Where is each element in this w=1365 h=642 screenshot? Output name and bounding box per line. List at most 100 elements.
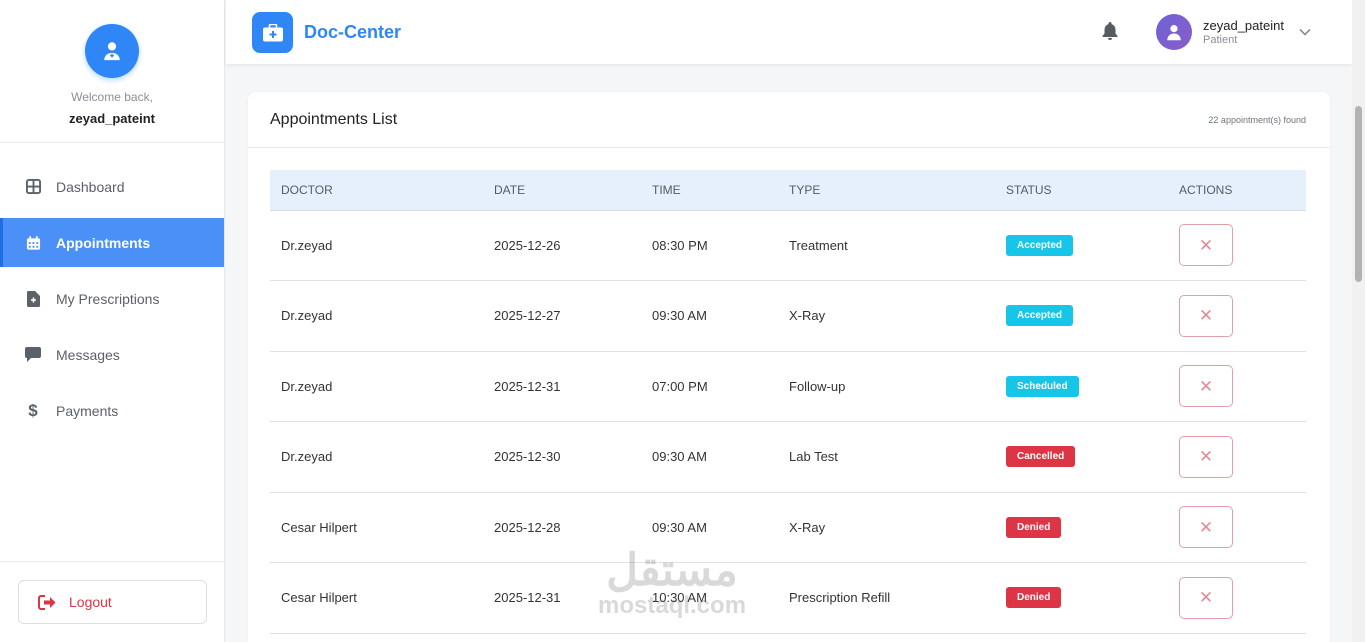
cell-status: Denied [995, 563, 1168, 634]
sidebar-item-prescriptions[interactable]: My Prescriptions [0, 274, 224, 323]
sidebar-nav: Dashboard Appointments My Prescriptions … [0, 143, 224, 435]
status-badge: Accepted [1006, 305, 1074, 327]
cell-date: 2025-12-31 [494, 378, 561, 394]
sidebar-item-messages[interactable]: Messages [0, 330, 224, 379]
cell-actions: ✕ [1168, 563, 1306, 634]
user-info: zeyad_pateint Patient [1203, 18, 1284, 46]
sidebar-profile: Welcome back, zeyad_pateint [0, 0, 224, 143]
sidebar: Welcome back, zeyad_pateint Dashboard Ap… [0, 0, 225, 642]
bell-icon[interactable] [1102, 22, 1118, 45]
cell-time: 09:30 AM [652, 519, 707, 535]
column-header-actions: ACTIONS [1168, 170, 1306, 211]
logout-icon [38, 594, 56, 610]
chevron-down-icon[interactable] [1299, 28, 1311, 36]
table-row[interactable]: Dr.zeyad 2025-12-26 08:30 PM Treatment A… [270, 210, 1306, 281]
cell-doctor: Dr.zeyad [281, 449, 333, 465]
card-header: Appointments List 22 appointment(s) foun… [248, 92, 1330, 148]
cell-status: Cancelled [995, 422, 1168, 493]
cancel-appointment-button[interactable]: ✕ [1179, 365, 1233, 408]
table-header-row: DOCTOR DATE TIME TYPE STATUS ACTIONS [270, 170, 1306, 211]
brand-name: Doc-Center [304, 22, 402, 42]
status-badge: Scheduled [1006, 375, 1079, 397]
cell-doctor: Dr.zeyad [281, 378, 333, 394]
profile-username: zeyad_pateint [69, 111, 155, 126]
sidebar-item-label: Appointments [56, 234, 151, 251]
table-body: Dr.zeyad 2025-12-26 08:30 PM Treatment A… [270, 210, 1306, 633]
message-icon [25, 347, 41, 363]
cell-date: 2025-12-31 [494, 590, 561, 606]
column-header-doctor[interactable]: DOCTOR [270, 170, 483, 211]
page-scrollbar[interactable] [1352, 0, 1365, 642]
medical-kit-icon [252, 12, 293, 53]
user-menu[interactable]: zeyad_pateint Patient [1156, 14, 1311, 50]
sidebar-item-appointments[interactable]: Appointments [0, 218, 224, 267]
table-row[interactable]: Cesar Hilpert 2025-12-31 10:30 AM Prescr… [270, 563, 1306, 634]
cancel-appointment-button[interactable]: ✕ [1179, 506, 1233, 549]
cancel-appointment-button[interactable]: ✕ [1179, 435, 1233, 478]
appointments-card: Appointments List 22 appointment(s) foun… [248, 92, 1330, 642]
sidebar-item-dashboard[interactable]: Dashboard [0, 162, 224, 211]
cell-status: Accepted [995, 281, 1168, 352]
cell-actions: ✕ [1168, 422, 1306, 493]
cell-time: 10:30 AM [652, 590, 707, 606]
appointment-count: 22 appointment(s) found [1208, 114, 1306, 125]
cell-status: Denied [995, 492, 1168, 563]
sidebar-footer: Logout [0, 561, 224, 642]
status-badge: Denied [1006, 587, 1062, 609]
cell-doctor: Cesar Hilpert [281, 519, 357, 535]
table-row[interactable]: Dr.zeyad 2025-12-31 07:00 PM Follow-up S… [270, 351, 1306, 422]
close-icon: ✕ [1198, 306, 1214, 326]
user-name: zeyad_pateint [1203, 18, 1284, 33]
prescription-icon [25, 290, 41, 307]
column-header-time[interactable]: TIME [641, 170, 778, 211]
cell-doctor: Dr.zeyad [281, 237, 333, 253]
close-icon: ✕ [1198, 235, 1214, 255]
cell-time: 09:30 AM [652, 308, 707, 324]
sidebar-item-payments[interactable]: $ Payments [0, 386, 224, 435]
card-title: Appointments List [270, 110, 398, 128]
cell-type: Lab Test [789, 449, 838, 465]
column-header-date[interactable]: DATE [483, 170, 641, 211]
top-header: Doc-Center zeyad_pateint Patient [226, 0, 1352, 64]
logout-button[interactable]: Logout [18, 580, 207, 624]
cell-actions: ✕ [1168, 492, 1306, 563]
status-badge: Cancelled [1006, 446, 1076, 468]
sidebar-item-label: Dashboard [56, 178, 125, 195]
cell-date: 2025-12-26 [494, 237, 561, 253]
close-icon: ✕ [1198, 517, 1214, 537]
column-header-type[interactable]: TYPE [778, 170, 995, 211]
status-badge: Accepted [1006, 234, 1074, 256]
cell-date: 2025-12-27 [494, 308, 561, 324]
welcome-text: Welcome back, [71, 90, 153, 104]
cell-date: 2025-12-30 [494, 449, 561, 465]
table-row[interactable]: Cesar Hilpert 2025-12-28 09:30 AM X-Ray … [270, 492, 1306, 563]
cell-type: X-Ray [789, 308, 826, 324]
cell-actions: ✕ [1168, 210, 1306, 281]
close-icon: ✕ [1198, 447, 1214, 467]
cancel-appointment-button[interactable]: ✕ [1179, 224, 1233, 267]
user-avatar-icon [1156, 14, 1192, 50]
cancel-appointment-button[interactable]: ✕ [1179, 294, 1233, 337]
calendar-icon [25, 235, 41, 251]
appointments-table: DOCTOR DATE TIME TYPE STATUS ACTIONS Dr.… [270, 170, 1306, 634]
cell-actions: ✕ [1168, 281, 1306, 352]
cell-type: Treatment [789, 237, 848, 253]
brand[interactable]: Doc-Center [252, 12, 401, 53]
logout-label: Logout [69, 594, 112, 610]
cell-type: X-Ray [789, 519, 826, 535]
cell-time: 08:30 PM [652, 237, 708, 253]
cell-doctor: Dr.zeyad [281, 308, 333, 324]
cell-status: Accepted [995, 210, 1168, 281]
close-icon: ✕ [1198, 588, 1214, 608]
table-row[interactable]: Dr.zeyad 2025-12-27 09:30 AM X-Ray Accep… [270, 281, 1306, 352]
table-row[interactable]: Dr.zeyad 2025-12-30 09:30 AM Lab Test Ca… [270, 422, 1306, 493]
sidebar-item-label: Messages [56, 346, 120, 363]
cell-status: Scheduled [995, 351, 1168, 422]
column-header-status[interactable]: STATUS [995, 170, 1168, 211]
close-icon: ✕ [1198, 376, 1214, 396]
doctor-avatar-icon [85, 24, 139, 78]
cell-type: Prescription Refill [789, 590, 891, 606]
cell-type: Follow-up [789, 378, 846, 394]
scrollbar-thumb[interactable] [1355, 106, 1362, 282]
cancel-appointment-button[interactable]: ✕ [1179, 576, 1233, 619]
